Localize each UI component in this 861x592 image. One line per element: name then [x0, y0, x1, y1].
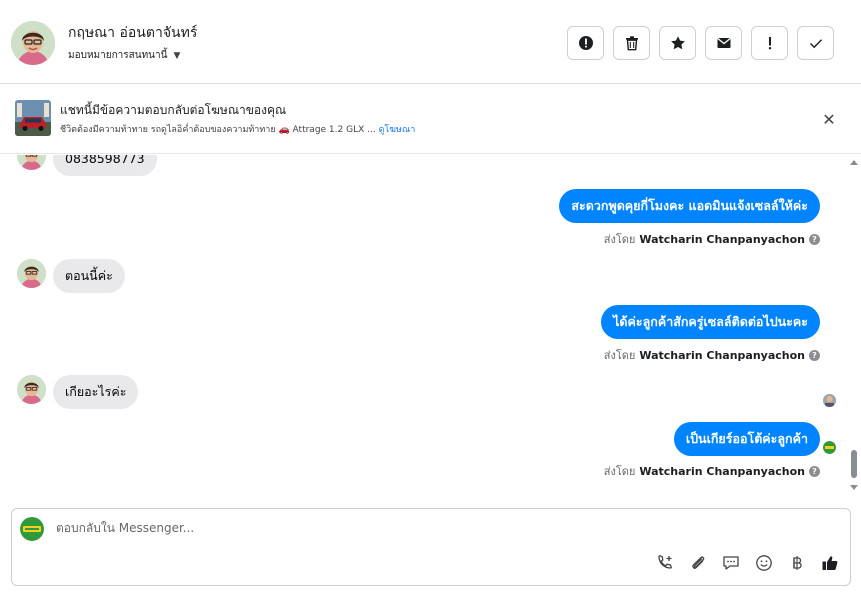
mark-done-button[interactable] [797, 26, 834, 60]
emoji-button[interactable] [754, 553, 774, 573]
paperclip-icon [692, 556, 705, 569]
phone-add-icon [658, 555, 672, 569]
contact-avatar-small [17, 155, 46, 170]
sender-name: Watcharin Chanpanyachon [639, 232, 805, 246]
sender-name: Watcharin Chanpanyachon [639, 464, 805, 478]
message-thread[interactable]: 0838598773 สะดวกพูดคุยกี่โมงคะ แอดมินแจ้… [0, 155, 846, 505]
close-icon: ✕ [822, 109, 836, 129]
reply-input[interactable] [56, 521, 656, 535]
contact-avatar[interactable] [11, 21, 55, 65]
sent-by-label: ส่งโดย Watcharin Chanpanyachon ? [604, 462, 820, 480]
delete-button[interactable] [613, 26, 650, 60]
close-banner-button[interactable]: ✕ [818, 108, 840, 130]
sent-by-label: ส่งโดย Watcharin Chanpanyachon ? [604, 346, 820, 364]
outgoing-message[interactable]: เป็นเกียร์ออโต้ค่ะลูกค้า [673, 422, 820, 456]
outgoing-message[interactable]: ได้ค่ะลูกค้าสักครู่เซลล์ติดต่อไปนะคะ [601, 305, 820, 339]
reply-composer [11, 508, 851, 586]
ad-banner-title: แชทนี้มีข้อความตอบกลับต่อโฆษณาของคุณ [60, 103, 287, 117]
ad-subtitle-text: ชีวิตต้องมีความท้าทาย รถดูไลอิค่ำต้อบของ… [60, 125, 379, 135]
emoji-icon [756, 555, 772, 571]
envelope-icon [716, 37, 731, 48]
caret-down-icon: ▼ [173, 50, 181, 61]
payment-button[interactable] [787, 553, 807, 573]
saved-reply-icon [723, 556, 739, 570]
scrollbar-thumb[interactable] [851, 450, 857, 478]
thumbs-up-icon [822, 556, 838, 570]
sent-by-prefix: ส่งโดย [603, 349, 636, 362]
page-avatar-small [823, 441, 836, 454]
composer-tools [655, 553, 840, 573]
baht-icon [793, 556, 802, 570]
like-button[interactable] [820, 553, 840, 573]
check-icon [809, 39, 822, 49]
help-icon[interactable]: ? [809, 465, 820, 477]
sender-name: Watcharin Chanpanyachon [639, 348, 805, 362]
seen-by-avatar [823, 394, 836, 407]
assign-conversation-dropdown[interactable]: มอบหมายการสนทนานี้ ▼ [68, 48, 180, 63]
mark-spam-button[interactable] [567, 26, 604, 60]
exclamation-icon [768, 37, 771, 50]
contact-name: กฤษณา อ่อนตาจันทร์ [68, 25, 198, 41]
mark-unread-button[interactable] [705, 26, 742, 60]
incoming-message[interactable]: 0838598773 [53, 155, 157, 176]
assign-label: มอบหมายการสนทนานี้ [68, 50, 168, 61]
sent-by-prefix: ส่งโดย [603, 233, 636, 246]
alert-circle-icon [578, 36, 593, 50]
call-button[interactable] [655, 553, 675, 573]
contact-avatar-small [17, 259, 46, 288]
incoming-message[interactable]: ตอนนี้ค่ะ [53, 259, 125, 293]
attach-button[interactable] [688, 553, 708, 573]
saved-replies-button[interactable] [721, 553, 741, 573]
thread-scrollbar[interactable] [847, 155, 861, 495]
page-avatar [20, 517, 44, 541]
view-ad-link[interactable]: ดูโฆษณา [379, 125, 416, 135]
conversation-header: กฤษณา อ่อนตาจันทร์ มอบหมายการสนทนานี้ ▼ [0, 0, 861, 84]
sent-by-label: ส่งโดย Watcharin Chanpanyachon ? [604, 230, 820, 248]
help-icon[interactable]: ? [809, 233, 820, 245]
star-icon [670, 36, 685, 50]
trash-icon [625, 36, 638, 51]
follow-up-button[interactable] [751, 26, 788, 60]
ad-thumbnail[interactable] [15, 100, 51, 136]
ad-banner-subtitle: ชีวิตต้องมีความท้าทาย รถดูไลอิค่ำต้อบของ… [60, 122, 415, 136]
outgoing-message[interactable]: สะดวกพูดคุยกี่โมงคะ แอดมินแจ้งเซลล์ให้ค่… [559, 189, 820, 223]
incoming-message[interactable]: เกียอะไรค่ะ [53, 375, 139, 409]
header-actions [567, 26, 834, 60]
sent-by-prefix: ส่งโดย [603, 465, 636, 478]
contact-avatar-small [17, 375, 46, 404]
help-icon[interactable]: ? [809, 349, 820, 361]
star-button[interactable] [659, 26, 696, 60]
